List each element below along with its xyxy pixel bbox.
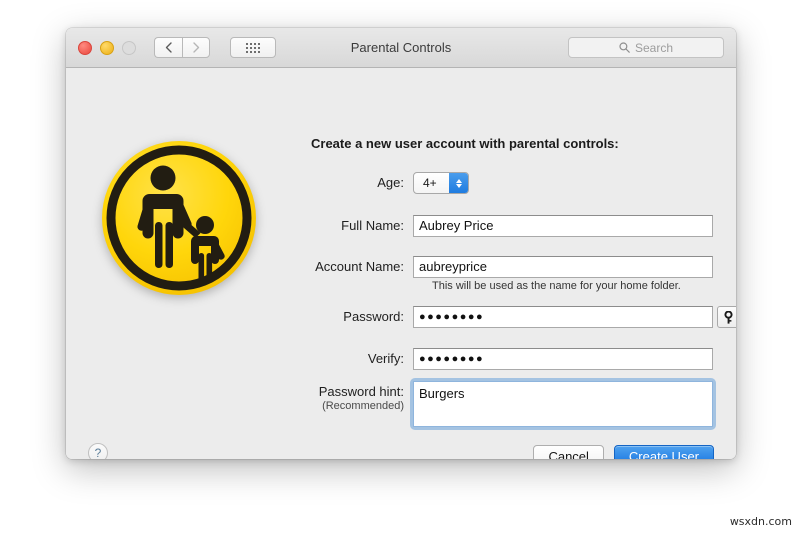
help-button[interactable]: ? <box>88 443 108 459</box>
verify-row: Verify: ●●●●●●●● <box>303 348 713 370</box>
parental-controls-icon <box>102 141 256 295</box>
dialog-button-row: Cancel Create User <box>533 445 714 459</box>
show-all-button[interactable] <box>230 37 276 58</box>
chevron-right-icon <box>192 42 199 53</box>
account-name-row: Account Name: aubreyprice <box>303 256 713 278</box>
back-button[interactable] <box>154 37 182 58</box>
verify-label: Verify: <box>367 351 404 366</box>
window-content: Create a new user account with parental … <box>66 68 736 459</box>
search-placeholder: Search <box>634 40 674 55</box>
traffic-light-group <box>78 40 136 55</box>
search-input[interactable]: Search <box>568 37 724 58</box>
age-select[interactable]: 4+ <box>413 172 469 194</box>
window-titlebar: Parental Controls Search <box>66 28 736 68</box>
age-stepper[interactable] <box>449 173 468 193</box>
grid-icon <box>246 42 260 53</box>
chevron-left-icon <box>165 42 172 53</box>
password-hint-focus-ring: Burgers <box>410 378 716 430</box>
password-input[interactable]: ●●●●●●●● <box>413 306 713 328</box>
account-name-input[interactable]: aubreyprice <box>413 256 713 278</box>
password-hint-input[interactable]: Burgers <box>413 381 713 427</box>
form-heading: Create a new user account with parental … <box>311 136 619 151</box>
cancel-button[interactable]: Cancel <box>533 445 604 459</box>
create-user-button[interactable]: Create User <box>613 445 714 459</box>
account-name-label: Account Name: <box>315 259 404 274</box>
search-icon <box>619 42 630 53</box>
parental-controls-window: Parental Controls Search Create a new us… <box>66 28 736 459</box>
password-row: Password: ●●●●●●●● <box>303 306 736 328</box>
age-row: Age: 4+ <box>303 172 469 194</box>
password-hint-label: Password hint: (Recommended) <box>303 381 413 413</box>
age-label: Age: <box>377 175 404 190</box>
watermark: wsxdn.com <box>729 515 792 528</box>
close-window-button[interactable] <box>78 40 92 55</box>
password-hint-label-main: Password hint: <box>318 384 404 399</box>
account-name-helper-text: This will be used as the name for your h… <box>432 280 681 292</box>
full-name-label: Full Name: <box>341 218 404 233</box>
verify-input[interactable]: ●●●●●●●● <box>413 348 713 370</box>
password-hint-row: Password hint: (Recommended) Burgers <box>303 378 716 430</box>
navigation-buttons <box>154 37 210 58</box>
zoom-window-button[interactable] <box>122 40 136 55</box>
password-label: Password: <box>343 309 404 324</box>
password-assistant-button[interactable] <box>717 306 736 328</box>
minimize-window-button[interactable] <box>100 40 114 55</box>
forward-button[interactable] <box>182 37 210 58</box>
age-value: 4+ <box>423 176 437 190</box>
desktop-background: Parental Controls Search Create a new us… <box>0 0 800 536</box>
full-name-input[interactable]: Aubrey Price <box>413 215 713 237</box>
key-icon <box>723 310 733 324</box>
full-name-row: Full Name: Aubrey Price <box>303 215 713 237</box>
password-hint-sublabel: (Recommended) <box>322 400 404 412</box>
